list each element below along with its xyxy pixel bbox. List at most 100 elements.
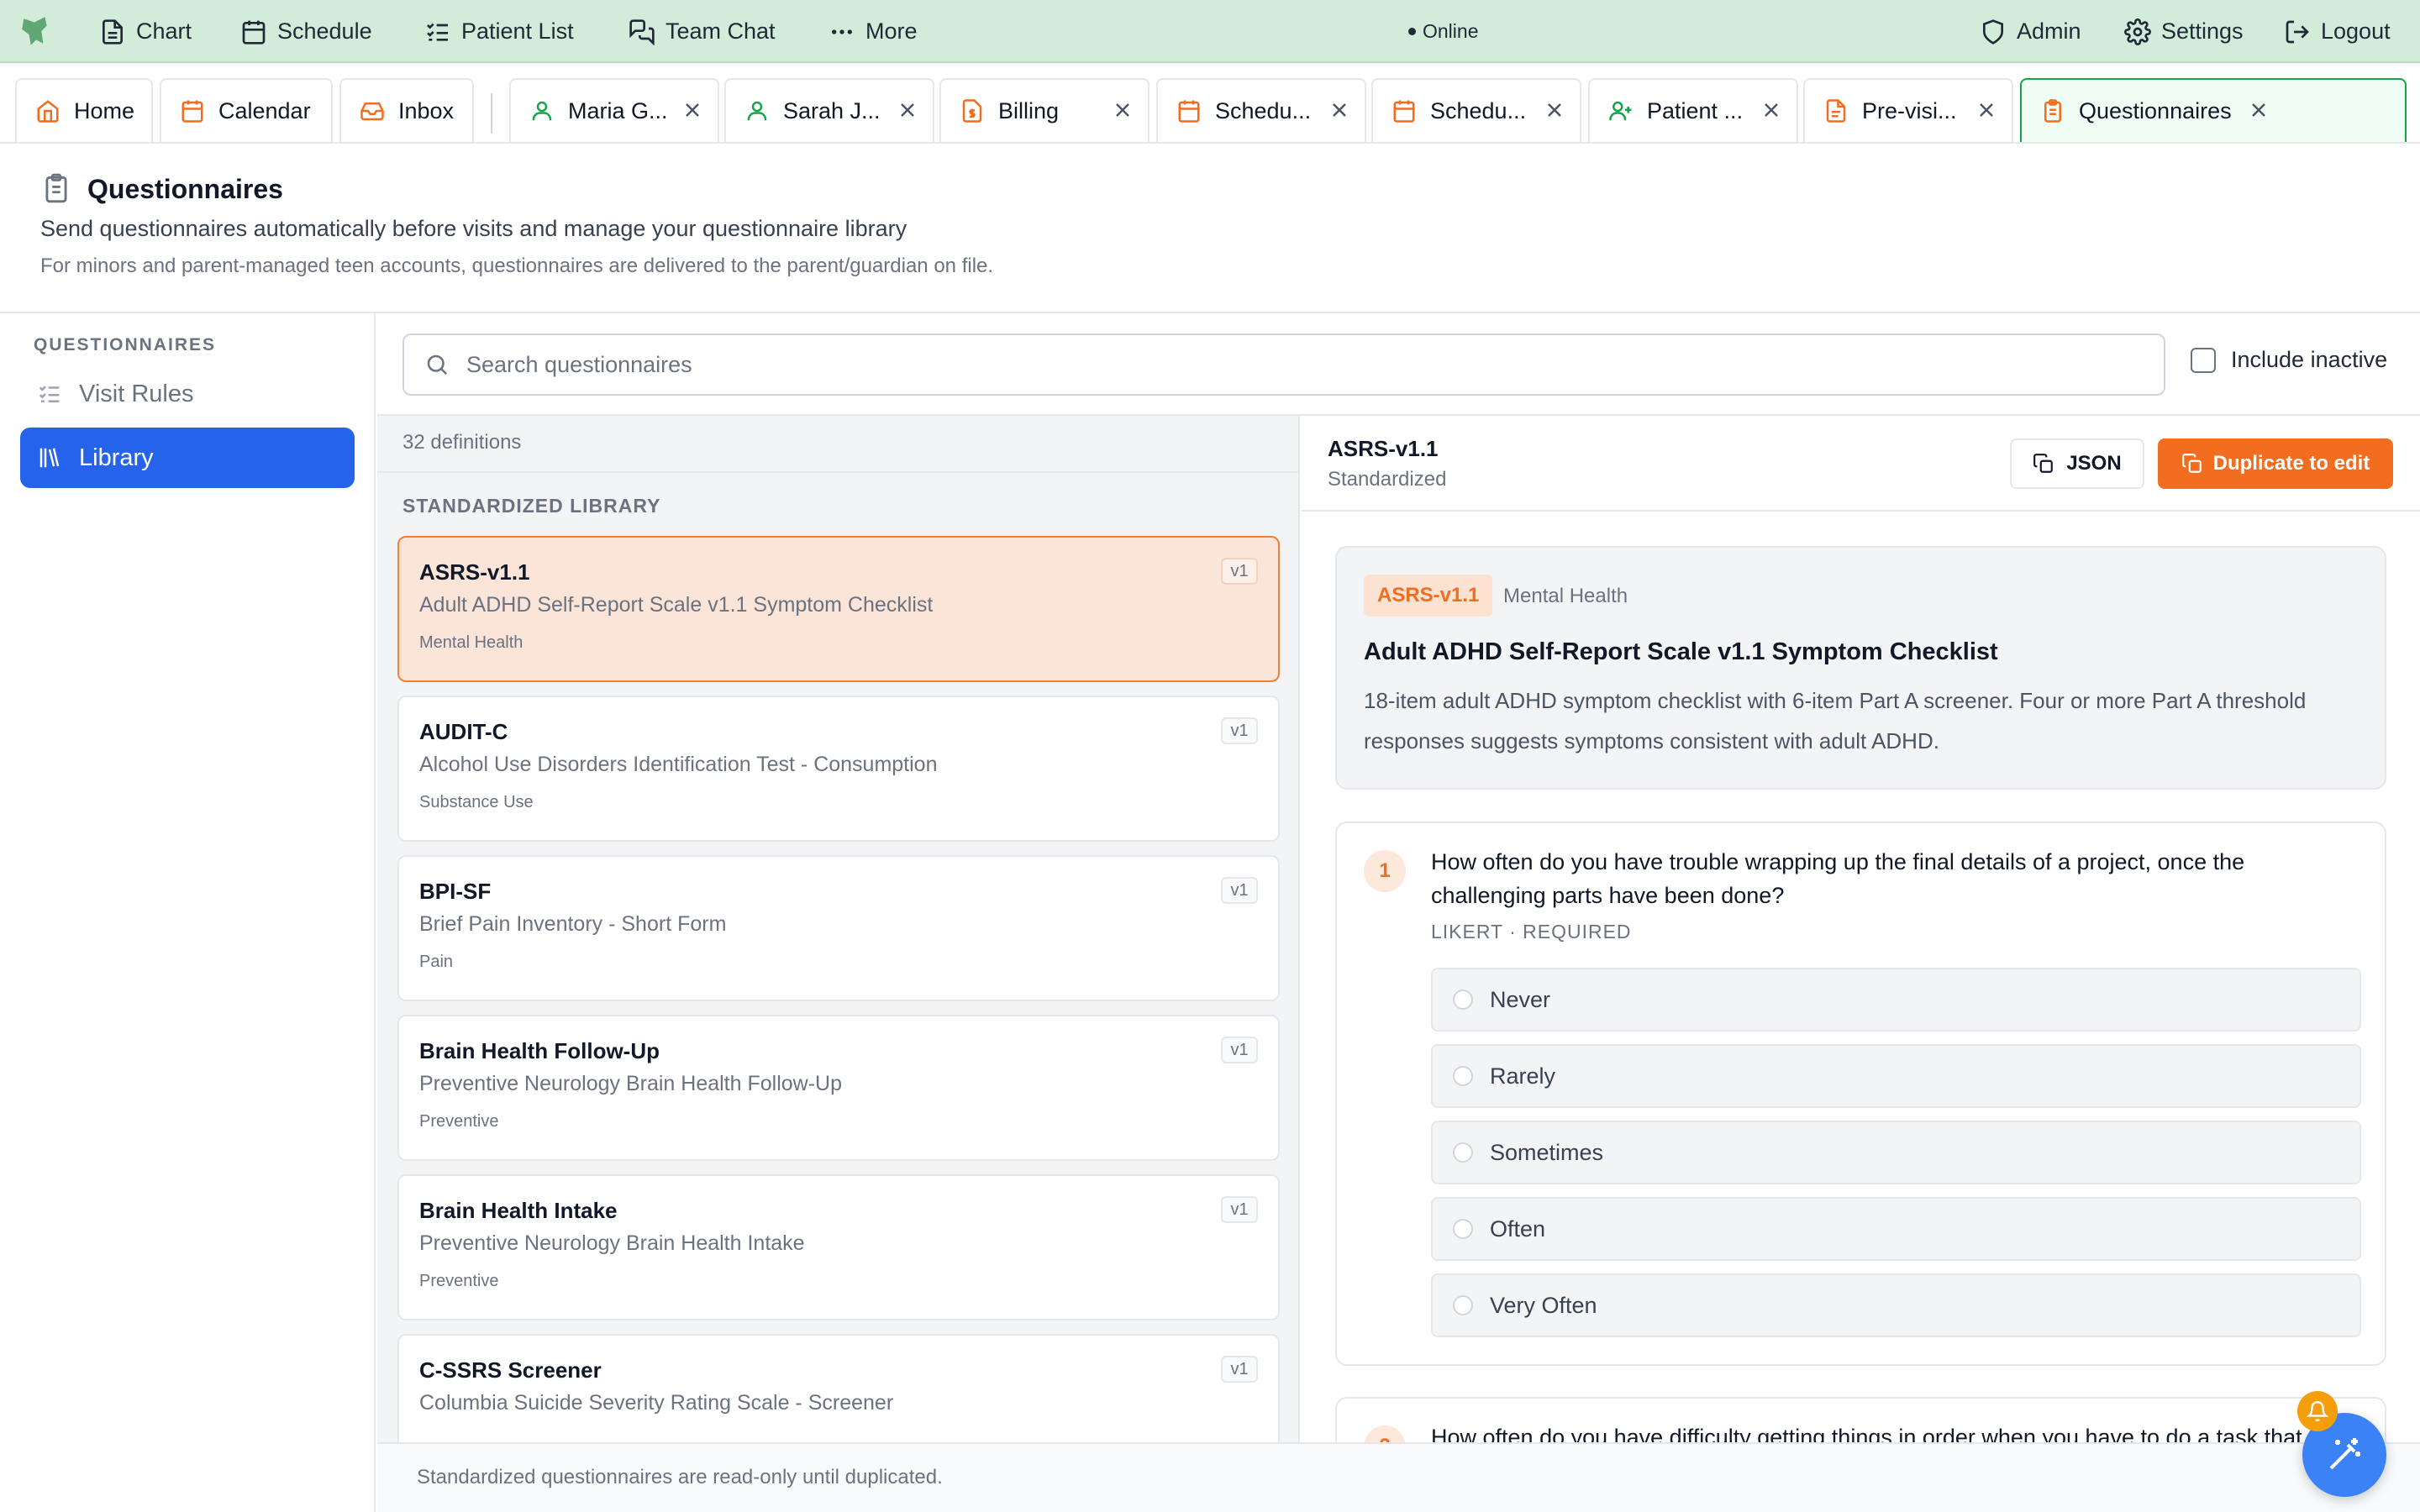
- file-text-icon: [103, 18, 123, 45]
- definition-count: 32 definitions: [402, 431, 522, 454]
- list-item[interactable]: Brain Health Intake Preventive Neurology…: [397, 1174, 1280, 1320]
- nav-settings[interactable]: Settings: [2124, 0, 2244, 63]
- include-inactive-checkbox[interactable]: [2191, 347, 2216, 373]
- tab-calendar[interactable]: Calendar: [160, 78, 333, 142]
- answer-option[interactable]: Rarely: [1431, 1044, 2361, 1108]
- close-icon[interactable]: [1976, 100, 1996, 120]
- include-inactive-toggle[interactable]: Include inactive: [2191, 347, 2387, 373]
- answer-option[interactable]: Never: [1431, 968, 2361, 1032]
- gear-icon: [2124, 18, 2151, 45]
- json-button[interactable]: JSON: [2010, 438, 2144, 489]
- nav-schedule[interactable]: Schedule: [240, 0, 372, 63]
- close-icon[interactable]: [1544, 100, 1565, 120]
- notification-badge[interactable]: [2297, 1391, 2338, 1431]
- tab-billing[interactable]: Billing: [939, 78, 1150, 142]
- duplicate-to-edit-button[interactable]: Duplicate to edit: [2158, 438, 2393, 489]
- answer-option[interactable]: Often: [1431, 1197, 2361, 1261]
- tab-schedule-1-label: Schedu...: [1215, 97, 1312, 123]
- radio-button[interactable]: [1453, 1142, 1473, 1163]
- list-item[interactable]: BPI-SF Brief Pain Inventory - Short Form…: [397, 855, 1280, 1001]
- sidebar-item-visit-rules[interactable]: Visit Rules: [20, 364, 355, 424]
- tab-schedule-2-label: Schedu...: [1430, 97, 1527, 123]
- inbox-icon: [360, 102, 384, 121]
- tab-patient-maria-label: Maria G...: [568, 97, 668, 123]
- tab-home[interactable]: Home: [15, 78, 153, 142]
- radio-button[interactable]: [1453, 1066, 1473, 1086]
- workspace-tab-bar: Home Calendar Inbox Maria G... Sarah J..…: [0, 65, 2420, 144]
- list-item[interactable]: AUDIT-C Alcohol Use Disorders Identifica…: [397, 696, 1280, 842]
- magic-wand-icon: [2329, 1438, 2360, 1470]
- nav-chart[interactable]: Chart: [99, 0, 192, 63]
- list-item-title: C-SSRS Screener: [419, 1357, 602, 1383]
- list-item[interactable]: ASRS-v1.1 Adult ADHD Self-Report Scale v…: [397, 536, 1280, 682]
- list-section-title: STANDARDIZED LIBRARY: [402, 495, 661, 517]
- close-icon[interactable]: [1761, 100, 1781, 120]
- nav-team-chat-label: Team Chat: [666, 18, 776, 44]
- copy-icon: [2033, 454, 2054, 473]
- clipboard-icon: [2044, 99, 2061, 123]
- calendar-icon: [242, 20, 266, 45]
- tab-questionnaires[interactable]: Questionnaires: [2020, 78, 2407, 142]
- answer-option[interactable]: Sometimes: [1431, 1121, 2361, 1184]
- tab-patient-new[interactable]: Patient ...: [1588, 78, 1798, 142]
- sidebar-item-library[interactable]: Library: [20, 428, 355, 488]
- search-input[interactable]: [466, 351, 2063, 378]
- radio-button[interactable]: [1453, 1219, 1473, 1239]
- version-badge: v1: [1221, 558, 1258, 585]
- app-logo-icon[interactable]: [18, 13, 54, 49]
- duplicate-button-label: Duplicate to edit: [2212, 452, 2370, 475]
- nav-admin[interactable]: Admin: [1980, 0, 2081, 63]
- include-inactive-label: Include inactive: [2231, 347, 2388, 372]
- page-header: Questionnaires Send questionnaires autom…: [0, 145, 2420, 313]
- list-item[interactable]: Brain Health Follow-Up Preventive Neurol…: [397, 1015, 1280, 1161]
- tab-inbox[interactable]: Inbox: [339, 78, 474, 142]
- question-text: How often do you have trouble wrapping u…: [1431, 849, 2245, 908]
- close-icon[interactable]: [682, 100, 702, 120]
- list-item-description: Adult ADHD Self-Report Scale v1.1 Sympto…: [419, 593, 934, 617]
- list-item-description: Preventive Neurology Brain Health Intake: [419, 1231, 805, 1255]
- nav-more-label: More: [865, 18, 918, 44]
- list-item-category: Preventive: [419, 1272, 499, 1290]
- nav-chart-label: Chart: [136, 18, 192, 44]
- answer-option-label: Never: [1490, 986, 1551, 1012]
- list-item[interactable]: C-SSRS Screener Columbia Suicide Severit…: [397, 1334, 1280, 1442]
- category-label: Mental Health: [1503, 585, 1628, 607]
- page-subtitle: Send questionnaires automatically before…: [40, 216, 908, 241]
- tab-patient-sarah[interactable]: Sarah J...: [724, 78, 934, 142]
- tab-patient-sarah-label: Sarah J...: [783, 97, 881, 123]
- logout-icon: [2286, 20, 2309, 43]
- tab-patient-maria[interactable]: Maria G...: [509, 78, 719, 142]
- calendar-icon: [1178, 100, 1200, 123]
- close-icon[interactable]: [897, 100, 918, 120]
- nav-patient-list-label: Patient List: [461, 18, 574, 44]
- answer-option[interactable]: Very Often: [1431, 1273, 2361, 1337]
- sidebar-item-label: Library: [79, 444, 154, 471]
- list-item-description: Alcohol Use Disorders Identification Tes…: [419, 753, 938, 776]
- close-icon[interactable]: [2249, 100, 2269, 120]
- nav-patient-list[interactable]: Patient List: [424, 0, 574, 63]
- nav-logout[interactable]: Logout: [2284, 0, 2391, 63]
- tab-schedule-1[interactable]: Schedu...: [1156, 78, 1366, 142]
- close-icon[interactable]: [1329, 100, 1349, 120]
- tab-pre-visit-label: Pre-visi...: [1862, 97, 1957, 123]
- home-icon: [37, 100, 59, 123]
- detail-subtitle: Standardized: [1328, 468, 1447, 491]
- list-item-title: BPI-SF: [419, 879, 492, 904]
- tab-billing-label: Billing: [998, 97, 1060, 123]
- divider: [1302, 510, 2420, 512]
- nav-more[interactable]: More: [829, 0, 918, 63]
- radio-button[interactable]: [1453, 1295, 1473, 1315]
- answer-option-label: Often: [1490, 1215, 1546, 1242]
- tab-schedule-2[interactable]: Schedu...: [1371, 78, 1581, 142]
- list-item-category: Substance Use: [419, 793, 534, 811]
- sidebar-item-label: Visit Rules: [79, 380, 194, 407]
- search-box[interactable]: [402, 333, 2165, 396]
- user-icon: [532, 101, 552, 121]
- version-badge: v1: [1221, 1037, 1258, 1063]
- close-icon[interactable]: [1113, 100, 1133, 120]
- tab-pre-visit[interactable]: Pre-visi...: [1803, 78, 2013, 142]
- list-item-title: ASRS-v1.1: [419, 559, 530, 585]
- radio-button[interactable]: [1453, 990, 1473, 1010]
- nav-team-chat[interactable]: Team Chat: [629, 0, 776, 63]
- search-row: Include inactive: [377, 313, 2420, 416]
